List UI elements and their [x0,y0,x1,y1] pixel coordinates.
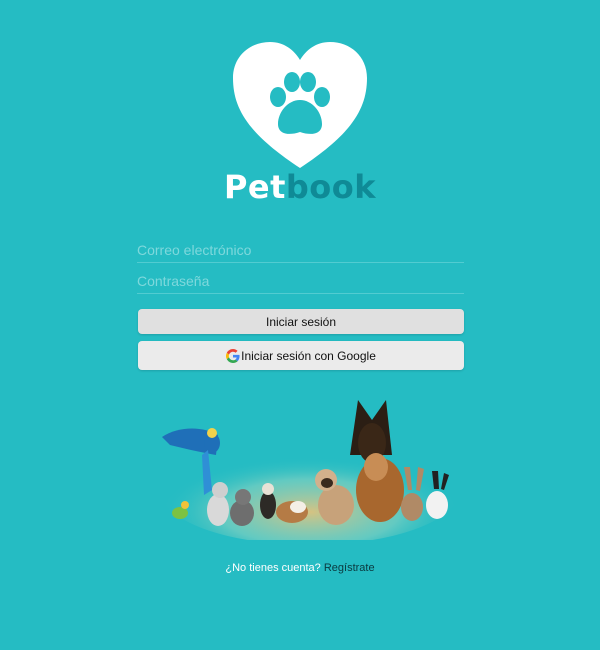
login-button[interactable]: Iniciar sesión [138,309,464,334]
app-title: Petbook [0,168,600,206]
password-field[interactable] [137,269,464,294]
login-button-label: Iniciar sesión [265,314,337,329]
register-link[interactable]: Regístrate [324,562,375,574]
google-icon [226,348,240,363]
brand-book: book [285,168,377,206]
signup-prompt: ¿No tienes cuenta? Regístrate [0,562,600,574]
pets-illustration [160,400,460,540]
brand-pet: Pet [223,168,286,206]
google-login-button[interactable]: Iniciar sesión con Google [138,341,464,370]
heart-paw-logo-icon [233,42,367,168]
signup-question: ¿No tienes cuenta? [225,562,321,574]
email-field[interactable] [137,238,464,263]
google-login-button-label: Iniciar sesión con Google [241,348,376,363]
